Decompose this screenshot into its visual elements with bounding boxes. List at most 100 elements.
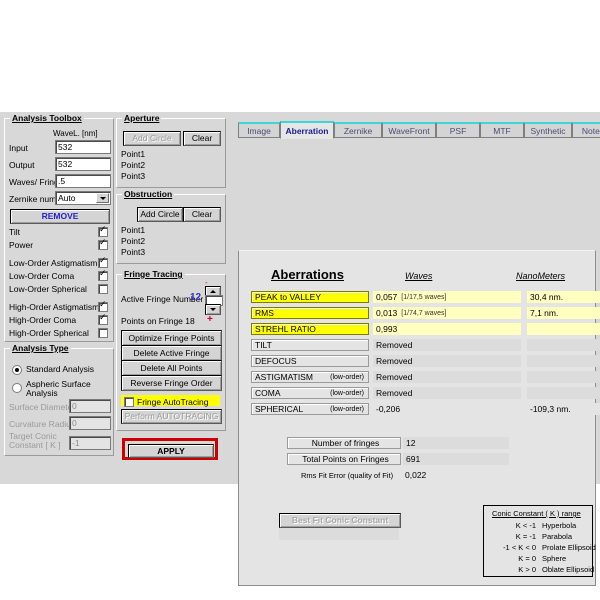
row-waves-astigmatism: Removed bbox=[373, 371, 521, 383]
rms-fit-error-label: Rms Fit Error (quality of Fit) bbox=[301, 471, 393, 480]
obstruction-clear-button[interactable]: Clear bbox=[183, 207, 221, 222]
checkbox-high-order-coma[interactable] bbox=[98, 315, 108, 325]
checkbox-low-order-astigmatism[interactable] bbox=[98, 258, 108, 268]
row-name-strehl-ratio: STREHL RATIO bbox=[251, 323, 369, 335]
row-nm-strehl-ratio bbox=[527, 323, 600, 335]
row-name-suffix: (low-order) bbox=[330, 390, 364, 397]
delete-active-fringe-button[interactable]: Delete Active Fringe bbox=[121, 345, 222, 361]
row-waves-note: [1/17,5 waves] bbox=[401, 294, 446, 301]
tab-image[interactable]: Image bbox=[238, 122, 280, 138]
tab-zernike[interactable]: Zernike bbox=[334, 122, 382, 138]
aberrations-heading: Aberrations bbox=[271, 267, 344, 282]
chevron-down-icon[interactable] bbox=[96, 193, 109, 203]
aperture-add-circle-button[interactable]: Add Circle bbox=[123, 131, 181, 146]
aperture-title: Aperture bbox=[122, 113, 161, 123]
aperture-point-2: Point2 bbox=[121, 160, 145, 170]
row-waves-spherical: -0,206 bbox=[373, 403, 521, 415]
reverse-fringe-order-button[interactable]: Reverse Fringe Order bbox=[121, 375, 222, 391]
obstruction-add-circle-button[interactable]: Add Circle bbox=[137, 207, 183, 222]
total-points-on-fringes-label: Total Points on Fringes bbox=[287, 453, 401, 465]
obstruction-point-2: Point2 bbox=[121, 236, 145, 246]
analysis-type-group: Analysis Type Standard Analysis Aspheric… bbox=[4, 348, 114, 456]
checkbox-label-low-order-spherical: Low-Order Spherical bbox=[9, 284, 87, 294]
row-nm-coma bbox=[527, 387, 600, 399]
aperture-clear-button[interactable]: Clear bbox=[183, 131, 221, 146]
input-wavelength-field[interactable]: 532 bbox=[55, 140, 111, 154]
checkbox-label-low-order-astigmatism: Low-Order Astigmatism bbox=[9, 258, 97, 268]
row-name-text: ASTIGMATISM bbox=[255, 372, 313, 382]
checkbox-tilt[interactable] bbox=[98, 227, 108, 237]
conic-constant-legend: Conic Constant ( K ) range K < -1 Hyperb… bbox=[483, 505, 593, 577]
obstruction-title: Obstruction bbox=[122, 189, 174, 199]
number-of-fringes-value: 12 bbox=[403, 437, 509, 449]
best-fit-conic-constant-output bbox=[279, 528, 399, 540]
output-wavelength-field[interactable]: 532 bbox=[55, 157, 111, 171]
number-of-fringes-label: Number of fringes bbox=[287, 437, 401, 449]
checkbox-low-order-coma[interactable] bbox=[98, 271, 108, 281]
tab-mtf[interactable]: MTF bbox=[480, 122, 524, 138]
surface-diameter-field[interactable]: 0 bbox=[69, 399, 111, 413]
apply-button[interactable]: APPLY bbox=[128, 444, 214, 458]
conic-range-3: K = 0 bbox=[488, 554, 536, 563]
radio-standard-analysis[interactable] bbox=[12, 365, 22, 375]
row-name-suffix: (low-order) bbox=[330, 374, 364, 381]
checkbox-label-high-order-spherical: High-Order Spherical bbox=[9, 328, 89, 338]
row-name-defocus: DEFOCUS bbox=[251, 355, 369, 367]
row-nm-spherical: -109,3 nm. bbox=[527, 403, 600, 415]
aperture-group: Aperture Add Circle Clear Point1 Point2 … bbox=[116, 118, 226, 188]
analysis-toolbox-title: Analysis Toolbox bbox=[10, 113, 84, 123]
zernike-number-select[interactable]: Auto bbox=[55, 191, 111, 205]
target-conic-constant-field[interactable]: -1 bbox=[69, 436, 111, 450]
row-name-suffix: (low-order) bbox=[330, 406, 364, 413]
radio-aspheric-surface-analysis[interactable] bbox=[12, 383, 22, 393]
row-waves-coma: Removed bbox=[373, 387, 521, 399]
conic-legend-title: Conic Constant ( K ) range bbox=[492, 509, 581, 518]
checkbox-fringe-autotracing[interactable] bbox=[124, 397, 134, 407]
row-name-coma: COMA (low-order) bbox=[251, 387, 369, 399]
row-waves-rms: 0,013 [1/74,7 waves] bbox=[373, 307, 521, 319]
tab-psf[interactable]: PSF bbox=[436, 122, 480, 138]
best-fit-conic-constant-button[interactable]: Best Fit Conic Constant bbox=[279, 513, 401, 528]
surface-diameter-label: Surface Diameter bbox=[9, 402, 75, 412]
row-nm-defocus bbox=[527, 355, 600, 367]
row-nm-astigmatism bbox=[527, 371, 600, 383]
row-waves-tilt: Removed bbox=[373, 339, 521, 351]
checkbox-label-fringe-autotracing: Fringe AutoTracing bbox=[137, 397, 209, 407]
points-on-fringe-label: Points on Fringe 18 bbox=[121, 316, 195, 326]
row-waves-note: [1/74,7 waves] bbox=[401, 310, 446, 317]
fringe-plus-icon[interactable]: + bbox=[207, 314, 213, 325]
tab-aberration[interactable]: Aberration bbox=[280, 121, 334, 139]
row-name-spherical: SPHERICAL (low-order) bbox=[251, 403, 369, 415]
curvature-radius-field[interactable]: 0 bbox=[69, 416, 111, 430]
radio-label-standard-analysis: Standard Analysis bbox=[26, 364, 94, 374]
row-name-text: COMA bbox=[255, 388, 281, 398]
output-label: Output bbox=[9, 160, 35, 170]
optimize-fringe-points-button[interactable]: Optimize Fringe Points bbox=[121, 330, 222, 346]
row-waves-defocus: Removed bbox=[373, 355, 521, 367]
checkbox-high-order-spherical[interactable] bbox=[98, 328, 108, 338]
fringe-tracing-title: Fringe Tracing bbox=[122, 269, 185, 279]
checkbox-label-high-order-astigmatism: High-Order Astigmatism bbox=[9, 302, 99, 312]
checkbox-low-order-spherical[interactable] bbox=[98, 284, 108, 294]
waves-per-fringe-field[interactable]: .5 bbox=[55, 174, 111, 188]
checkbox-high-order-astigmatism[interactable] bbox=[98, 302, 108, 312]
tab-notes[interactable]: Notes bbox=[572, 122, 600, 138]
delete-all-points-button[interactable]: Delete All Points bbox=[121, 360, 222, 376]
conic-name-4: Oblate Ellipsoid bbox=[542, 565, 594, 574]
input-label: Input bbox=[9, 143, 28, 153]
conic-range-0: K < -1 bbox=[488, 521, 536, 530]
target-conic-constant-label: Target Conic Constant [ K ] bbox=[9, 432, 67, 450]
perform-autotracing-button[interactable]: Perform AUTOTRACING bbox=[121, 409, 222, 424]
remove-button[interactable]: REMOVE bbox=[10, 209, 110, 224]
row-waves-value: 0,057 bbox=[376, 292, 397, 302]
conic-range-4: K > 0 bbox=[488, 565, 536, 574]
checkbox-power[interactable] bbox=[98, 240, 108, 250]
row-name-text: SPHERICAL bbox=[255, 404, 303, 414]
tab-wavefront[interactable]: WaveFront bbox=[382, 122, 436, 138]
row-waves-value: 0,013 bbox=[376, 308, 397, 318]
app-window: Analysis Toolbox WaveL. [nm] Input 532 O… bbox=[0, 112, 600, 484]
checkbox-label-low-order-coma: Low-Order Coma bbox=[9, 271, 74, 281]
tab-synthetic[interactable]: Synthetic bbox=[524, 122, 572, 138]
aperture-point-1: Point1 bbox=[121, 149, 145, 159]
tab-bar: Image Aberration Zernike WaveFront PSF M… bbox=[238, 122, 596, 139]
